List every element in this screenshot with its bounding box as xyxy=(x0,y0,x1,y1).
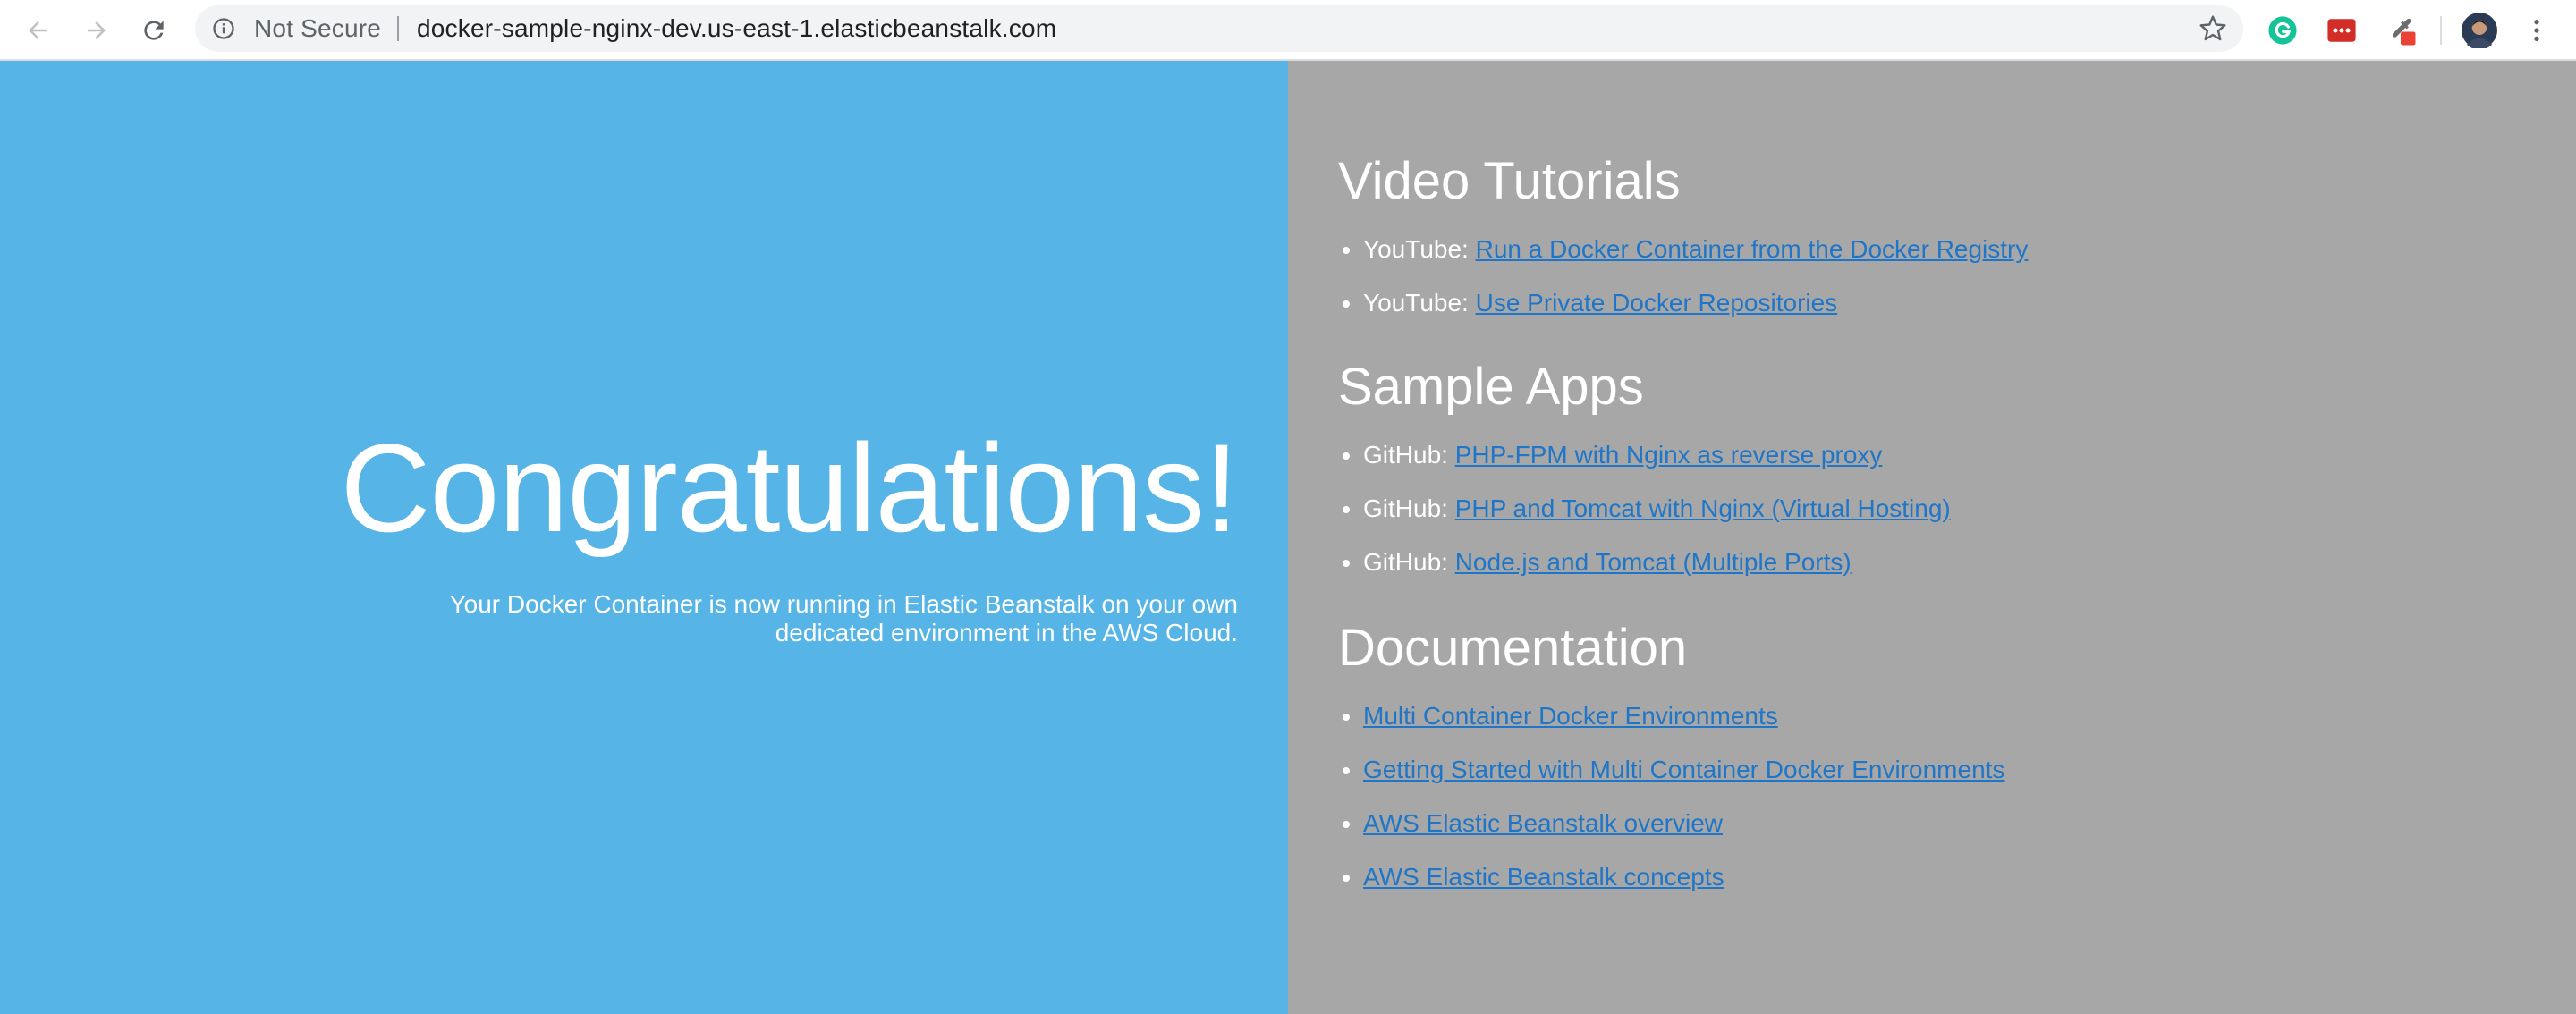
back-arrow-icon xyxy=(29,21,47,39)
resources-panel: Video Tutorials YouTube: Run a Docker Co… xyxy=(1288,61,2576,1014)
hero-title: Congratulations! xyxy=(340,418,1239,558)
list-item: GitHub: Node.js and Tomcat (Multiple Por… xyxy=(1363,547,1951,601)
browser-toolbar: Not Secure docker-sample-nginx-dev.us-ea… xyxy=(0,0,2576,61)
browser-menu-button[interactable] xyxy=(2519,13,2555,48)
hero-panel: Congratulations! Your Docker Container i… xyxy=(0,61,1288,1014)
link-php-tomcat-nginx[interactable]: PHP and Tomcat with Nginx (Virtual Hosti… xyxy=(1455,494,1951,522)
security-status[interactable]: Not Secure xyxy=(254,5,381,52)
section-title-documentation: Documentation xyxy=(1338,619,1688,677)
list-item: YouTube: Use Private Docker Repositories xyxy=(1363,288,2028,342)
reload-icon xyxy=(144,21,164,40)
link-nodejs-tomcat[interactable]: Node.js and Tomcat (Multiple Ports) xyxy=(1455,548,1852,576)
link-prefix: GitHub: xyxy=(1363,441,1455,469)
toolbar-divider xyxy=(2440,16,2442,45)
list-item: Multi Container Docker Environments xyxy=(1363,701,2004,755)
documentation-list: Multi Container Docker Environments Gett… xyxy=(1338,701,2004,916)
hero-subtitle: Your Docker Container is now running in … xyxy=(449,590,1238,646)
link-php-fpm-nginx[interactable]: PHP-FPM with Nginx as reverse proxy xyxy=(1455,441,1883,469)
star-icon[interactable] xyxy=(2199,14,2227,43)
link-private-docker-repositories[interactable]: Use Private Docker Repositories xyxy=(1476,289,1838,317)
link-prefix: YouTube: xyxy=(1363,235,1476,263)
eyedropper-extension[interactable] xyxy=(2383,13,2419,48)
url-text[interactable]: docker-sample-nginx-dev.us-east-1.elasti… xyxy=(417,5,1056,52)
avatar xyxy=(2462,13,2497,48)
info-icon[interactable] xyxy=(211,16,236,41)
back-button[interactable] xyxy=(20,13,55,48)
link-getting-started-multi-container[interactable]: Getting Started with Multi Container Doc… xyxy=(1363,756,2004,783)
lastpass-icon xyxy=(2327,19,2356,42)
omnibox-divider xyxy=(397,16,399,41)
address-bar[interactable]: Not Secure docker-sample-nginx-dev.us-ea… xyxy=(195,5,2243,52)
sample-apps-list: GitHub: PHP-FPM with Nginx as reverse pr… xyxy=(1338,440,1951,601)
lastpass-extension[interactable] xyxy=(2324,13,2360,48)
list-item: GitHub: PHP-FPM with Nginx as reverse pr… xyxy=(1363,440,1951,494)
reload-button[interactable] xyxy=(136,13,172,48)
list-item: AWS Elastic Beanstalk overview xyxy=(1363,808,2004,862)
eyedropper-icon xyxy=(2393,18,2416,46)
grammarly-icon xyxy=(2268,16,2297,45)
list-item: GitHub: PHP and Tomcat with Nginx (Virtu… xyxy=(1363,494,1951,547)
link-prefix: GitHub: xyxy=(1363,494,1455,522)
link-multi-container-docker[interactable]: Multi Container Docker Environments xyxy=(1363,702,1778,730)
link-beanstalk-overview[interactable]: AWS Elastic Beanstalk overview xyxy=(1363,809,1723,837)
forward-arrow-icon xyxy=(88,21,106,39)
list-item: YouTube: Run a Docker Container from the… xyxy=(1363,234,2028,288)
link-beanstalk-concepts[interactable]: AWS Elastic Beanstalk concepts xyxy=(1363,863,1724,891)
list-item: AWS Elastic Beanstalk concepts xyxy=(1363,862,2004,916)
link-run-docker-container[interactable]: Run a Docker Container from the Docker R… xyxy=(1476,235,2029,263)
section-title-sample-apps: Sample Apps xyxy=(1338,358,1644,416)
grammarly-extension[interactable] xyxy=(2265,13,2301,48)
list-item: Getting Started with Multi Container Doc… xyxy=(1363,755,2004,808)
link-prefix: GitHub: xyxy=(1363,548,1455,576)
kebab-menu-icon xyxy=(2534,20,2539,41)
profile-button[interactable] xyxy=(2462,13,2497,48)
section-title-video-tutorials: Video Tutorials xyxy=(1338,152,1681,210)
forward-button[interactable] xyxy=(79,13,114,48)
link-prefix: YouTube: xyxy=(1363,289,1476,317)
video-tutorials-list: YouTube: Run a Docker Container from the… xyxy=(1338,234,2028,342)
